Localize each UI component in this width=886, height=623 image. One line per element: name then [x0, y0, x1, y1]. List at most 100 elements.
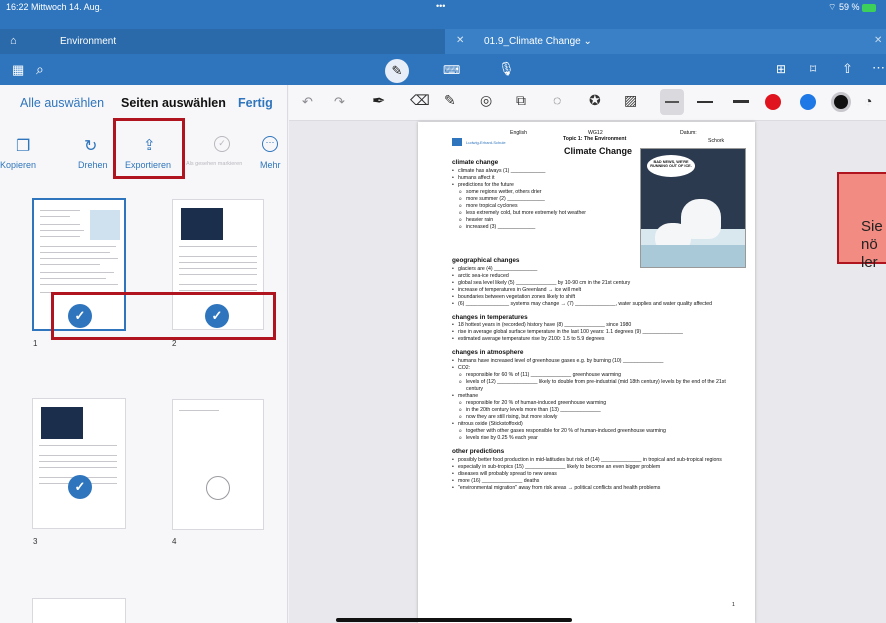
list-item: more (16) ______________ deaths: [452, 478, 742, 485]
list-item: (6) _______________ systems may change →…: [452, 301, 742, 308]
lasso-icon[interactable]: ◌: [553, 92, 561, 108]
list-item: in the 20th century levels more than (13…: [452, 407, 742, 414]
microphone-icon[interactable]: 🎙: [498, 61, 515, 77]
page-thumbnail-3[interactable]: [32, 398, 126, 529]
multitask-dots-icon[interactable]: •••: [436, 1, 445, 11]
more-button[interactable]: Mehr: [260, 160, 281, 170]
list-item: levels of (12) ______________ likely to …: [452, 379, 742, 393]
blue-color-swatch[interactable]: [800, 94, 816, 110]
list-item: increased (3) _____________: [452, 224, 642, 231]
mark-seen-button[interactable]: Als gesehen markieren: [186, 161, 242, 167]
copy-button[interactable]: Kopieren: [0, 160, 36, 170]
list-item: glaciers are (4) _______________: [452, 266, 742, 273]
list-item: increase of temperatures in Greenland → …: [452, 287, 742, 294]
copy-icon: ❐: [16, 138, 31, 155]
list-item: boundaries between vegetation zones like…: [452, 294, 742, 301]
list-item: methane: [452, 393, 742, 400]
pen-mode-icon[interactable]: ✎: [385, 59, 409, 83]
home-indicator: [336, 618, 572, 622]
page-thumbnail-5[interactable]: [32, 598, 126, 623]
section-climate-change: climate change: [452, 159, 499, 166]
mark-seen-icon: ✓: [214, 136, 230, 152]
lasso-shapes-icon[interactable]: ⧉: [516, 92, 526, 109]
list-item: levels rise by 0.25 % each year: [452, 435, 742, 442]
select-all-button[interactable]: Alle auswählen: [20, 96, 104, 110]
polar-bear-cartoon: BAD NEWS, WE'RE RUNNING OUT OF ICE.: [640, 148, 746, 268]
done-button[interactable]: Fertig: [238, 96, 273, 110]
list-item: heavier rain: [452, 217, 642, 224]
sidebar-title: Seiten auswählen: [121, 96, 226, 110]
list-item: possibly better food production in mid-l…: [452, 457, 742, 464]
share-icon[interactable]: ⇧: [842, 61, 853, 77]
list-item: especially in sub-tropics (15) _________…: [452, 464, 742, 471]
more-icon: ⋯: [262, 136, 278, 152]
color-picker-icon[interactable]: ◔: [864, 93, 872, 109]
list-item: humans have increased level of greenhous…: [452, 358, 742, 365]
thin-line-selected[interactable]: [660, 89, 684, 115]
note-line: Sie: [861, 218, 883, 235]
page-3-checkmark-icon[interactable]: ✓: [68, 475, 92, 499]
status-time: 16:22: [6, 2, 29, 12]
page-number-1: 1: [33, 339, 38, 348]
section-atmosphere-changes: changes in atmosphere: [452, 349, 524, 357]
doc-author: Schork: [708, 138, 725, 144]
highlighter-icon[interactable]: ✎: [444, 92, 456, 109]
redo-icon[interactable]: ↷: [334, 94, 345, 110]
shape-tool-icon[interactable]: ◎: [480, 92, 492, 109]
search-icon[interactable]: ⌕: [36, 61, 44, 78]
close-tab-icon[interactable]: ✕: [456, 35, 464, 46]
earth-image-thumbnail: [41, 407, 83, 439]
eraser-icon[interactable]: ⌫: [410, 92, 430, 109]
export-icon: ⇪: [143, 137, 156, 154]
export-button[interactable]: Exportieren: [125, 160, 171, 170]
bookmark-icon[interactable]: ⌑: [810, 62, 816, 76]
close-icon[interactable]: ✕: [874, 35, 882, 46]
wifi-icon: ⌔: [828, 2, 837, 12]
grid-view-icon[interactable]: ▦: [12, 62, 24, 78]
list-item: arctic sea-ice reduced: [452, 273, 742, 280]
sticky-note[interactable]: Sie nö ler: [837, 172, 886, 271]
list-item: more tropical cyclones: [452, 203, 642, 210]
undo-icon[interactable]: ↶: [302, 94, 313, 110]
red-color-swatch[interactable]: [765, 94, 781, 110]
list-item: nitrous oxide (Stickstoffoxid): [452, 421, 742, 428]
battery-icon: [862, 3, 877, 12]
more-options-icon[interactable]: ⋯: [872, 60, 885, 76]
sticker-icon[interactable]: ✪: [589, 92, 601, 109]
page-number-4: 4: [172, 537, 177, 546]
medium-line-option[interactable]: [697, 101, 713, 103]
tab-environment-label: Environment: [60, 36, 117, 47]
list-item: 18 hottest years in (recorded) history h…: [452, 322, 742, 329]
page-thumbnail-4[interactable]: [172, 399, 264, 530]
list-item: humans affect it: [452, 175, 642, 182]
earth-image-thumbnail: [181, 208, 223, 240]
list-item: responsible for 60 % of (11) ___________…: [452, 372, 742, 379]
home-icon[interactable]: ⌂: [10, 35, 17, 47]
note-line: ler: [861, 254, 878, 271]
list-item: "environmental migration" away from risk…: [452, 485, 742, 492]
list-item: together with other gases responsible fo…: [452, 428, 742, 435]
document-page: English WG12 Datum: Ludwig-Erhard-Schule…: [418, 122, 755, 623]
section-geographical-changes: geographical changes: [452, 257, 520, 264]
rotate-button[interactable]: Drehen: [78, 160, 108, 170]
image-icon[interactable]: ▨: [624, 92, 637, 109]
doc-header-english: English: [510, 130, 528, 136]
list-item: predictions for the future: [452, 182, 642, 189]
status-time-date: 16:22 Mittwoch 14. Aug.: [6, 2, 102, 12]
keyboard-icon[interactable]: ⌨: [443, 63, 460, 77]
add-page-icon[interactable]: ⊞: [776, 62, 786, 76]
thick-line-option[interactable]: [733, 100, 749, 103]
pen-tool-icon[interactable]: ✒: [372, 91, 385, 111]
status-date: Mittwoch 14. Aug.: [31, 2, 103, 12]
school-logo-icon: [452, 138, 462, 146]
doc-topic: Topic 1: The Environment: [563, 136, 627, 142]
tab-title: 01.9_Climate Change: [484, 36, 581, 47]
cartoon-thumbnail: [90, 210, 120, 240]
battery-percent: 59 %: [838, 2, 860, 12]
doc-page-number: 1: [732, 602, 735, 608]
list-item: more summer (2) _____________: [452, 196, 642, 203]
tab-climate-change-label[interactable]: 01.9_Climate Change ⌄: [484, 36, 592, 47]
black-color-swatch-selected[interactable]: [831, 92, 851, 112]
cartoon-speech-bubble: BAD NEWS, WE'RE RUNNING OUT OF ICE.: [647, 155, 695, 177]
page-4-select-circle[interactable]: [206, 476, 230, 500]
